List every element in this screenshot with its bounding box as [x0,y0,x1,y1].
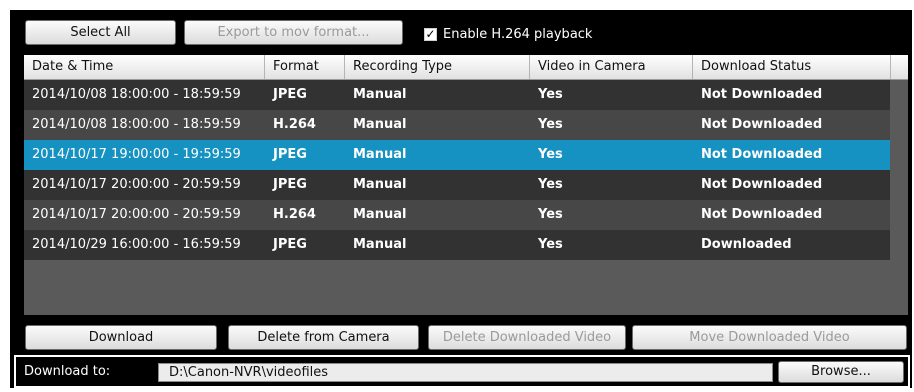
cell-download-status: Not Downloaded [701,147,823,162]
column-header-video-in-camera[interactable]: Video in Camera [530,55,693,79]
cell-date-time: 2014/10/17 20:00:00 - 20:59:59 [32,177,241,192]
table-header: Date & Time Format Recording Type Video … [24,55,908,80]
table-row[interactable]: 2014/10/17 20:00:00 - 20:59:59 H.264 Man… [24,200,890,230]
recordings-table: Date & Time Format Recording Type Video … [24,55,908,315]
table-row[interactable]: 2014/10/08 18:00:00 - 18:59:59 H.264 Man… [24,110,890,140]
cell-recording-type: Manual [353,147,407,162]
cell-video-in-camera: Yes [538,87,563,102]
cell-video-in-camera: Yes [538,147,563,162]
delete-downloaded-video-button[interactable]: Delete Downloaded Video [428,325,626,350]
download-to-label: Download to: [24,364,111,379]
cell-format: H.264 [273,207,316,222]
column-header-date-time[interactable]: Date & Time [24,55,265,79]
table-row[interactable]: 2014/10/29 16:00:00 - 16:59:59 JPEG Manu… [24,230,890,260]
cell-recording-type: Manual [353,87,407,102]
column-header-download-status[interactable]: Download Status [693,55,891,79]
column-header-format[interactable]: Format [265,55,345,79]
cell-date-time: 2014/10/08 18:00:00 - 18:59:59 [32,117,241,132]
cell-format: JPEG [273,147,307,162]
download-to-bar: Download to: D:\Canon-NVR\videofiles Bro… [14,355,910,388]
cell-recording-type: Manual [353,207,407,222]
cell-download-status: Downloaded [701,237,792,252]
table-row[interactable]: 2014/10/17 20:00:00 - 20:59:59 JPEG Manu… [24,170,890,200]
cell-format: JPEG [273,237,307,252]
cell-format: H.264 [273,117,316,132]
enable-h264-option[interactable]: ✓ Enable H.264 playback [424,24,592,44]
cell-download-status: Not Downloaded [701,87,823,102]
cell-date-time: 2014/10/17 19:00:00 - 19:59:59 [32,147,241,162]
select-all-button[interactable]: Select All [25,20,176,45]
cell-date-time: 2014/10/29 16:00:00 - 16:59:59 [32,237,241,252]
cell-video-in-camera: Yes [538,117,563,132]
checkmark-icon: ✓ [425,27,436,41]
browse-button[interactable]: Browse... [778,361,904,383]
table-row[interactable]: 2014/10/08 18:00:00 - 18:59:59 JPEG Manu… [24,80,890,110]
delete-from-camera-button[interactable]: Delete from Camera [228,325,419,350]
enable-h264-checkbox[interactable]: ✓ [424,27,437,41]
cell-download-status: Not Downloaded [701,177,823,192]
table-row-selected[interactable]: 2014/10/17 19:00:00 - 19:59:59 JPEG Manu… [24,140,890,170]
download-button[interactable]: Download [25,325,217,350]
cell-video-in-camera: Yes [538,207,563,222]
cell-recording-type: Manual [353,237,407,252]
enable-h264-label: Enable H.264 playback [443,26,593,42]
table-scrollbar[interactable] [890,80,908,315]
cell-video-in-camera: Yes [538,177,563,192]
cell-download-status: Not Downloaded [701,207,823,222]
cell-download-status: Not Downloaded [701,117,823,132]
cell-date-time: 2014/10/17 20:00:00 - 20:59:59 [32,207,241,222]
cell-recording-type: Manual [353,117,407,132]
download-path-field[interactable]: D:\Canon-NVR\videofiles [158,363,773,382]
cell-format: JPEG [273,177,307,192]
move-downloaded-video-button[interactable]: Move Downloaded Video [632,325,907,350]
cell-video-in-camera: Yes [538,237,563,252]
column-header-recording-type[interactable]: Recording Type [345,55,530,79]
cell-date-time: 2014/10/08 18:00:00 - 18:59:59 [32,87,241,102]
cell-recording-type: Manual [353,177,407,192]
export-mov-button[interactable]: Export to mov format... [184,20,403,45]
cell-format: JPEG [273,87,307,102]
